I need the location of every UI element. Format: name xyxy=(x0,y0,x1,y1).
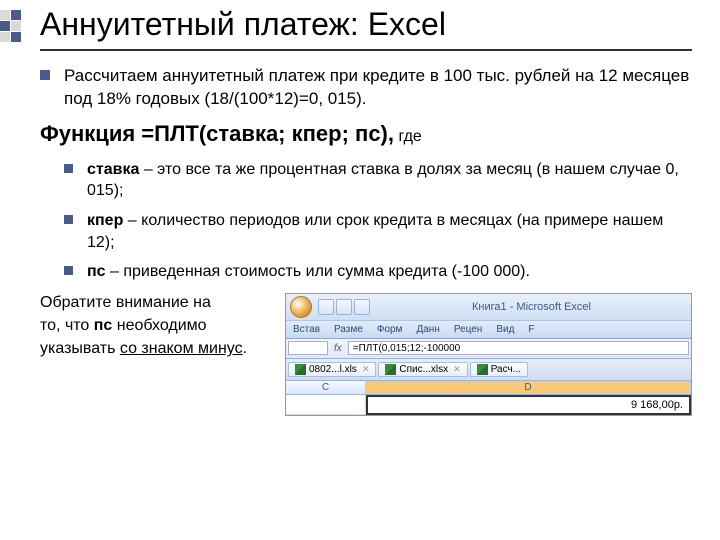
formula-bar: fx =ПЛТ(0,015;12;-100000 xyxy=(286,339,691,359)
ribbon-tab[interactable]: F xyxy=(521,321,541,338)
param-text: ставка – это все та же процентная ставка… xyxy=(87,159,692,202)
ribbon-tab[interactable]: Данн xyxy=(409,321,446,338)
workbook-tab[interactable]: Расч... xyxy=(470,362,528,377)
workbook-tab[interactable]: Спис...xlsx✕ xyxy=(378,362,467,377)
ribbon-tab[interactable]: Разме xyxy=(327,321,370,338)
function-main: Функция =ПЛТ(ставка; кпер; пс), xyxy=(40,121,394,146)
col-header-selected[interactable]: D xyxy=(366,381,691,394)
intro-text: Рассчитаем аннуитетный платеж при кредит… xyxy=(64,65,692,111)
fx-icon[interactable]: fx xyxy=(330,343,346,354)
active-cell[interactable]: 9 168,00р. xyxy=(366,395,691,415)
param-text: пс – приведенная стоимость или сумма кре… xyxy=(87,261,530,283)
slide-title: Аннуитетный платеж: Excel xyxy=(40,6,692,51)
function-tail: где xyxy=(394,128,422,145)
workbook-tabs: 0802...l.xls✕ Спис...xlsx✕ Расч... xyxy=(286,359,691,381)
excel-titlebar: Книга1 - Microsoft Excel xyxy=(286,294,691,320)
qat-undo-icon[interactable] xyxy=(336,299,352,315)
ribbon-tab[interactable]: Рецен xyxy=(447,321,490,338)
excel-file-icon xyxy=(295,364,306,375)
note-block: Обратите внимание на то, что пс необходи… xyxy=(40,291,275,361)
column-headers: C D xyxy=(286,381,691,395)
close-icon[interactable]: ✕ xyxy=(453,364,461,375)
office-button-icon[interactable] xyxy=(290,296,312,318)
window-title: Книга1 - Microsoft Excel xyxy=(376,301,687,313)
excel-screenshot: Книга1 - Microsoft Excel Встав Разме Фор… xyxy=(285,293,692,416)
slide-decoration xyxy=(0,10,22,54)
ribbon-tab[interactable]: Форм xyxy=(370,321,410,338)
name-box[interactable] xyxy=(288,341,328,355)
param-bullet: пс – приведенная стоимость или сумма кре… xyxy=(64,261,692,283)
ribbon-tab[interactable]: Вид xyxy=(489,321,521,338)
intro-bullet: Рассчитаем аннуитетный платеж при кредит… xyxy=(40,65,692,111)
sheet-row: 9 168,00р. xyxy=(286,395,691,415)
quick-access-toolbar xyxy=(318,299,370,315)
close-icon[interactable]: ✕ xyxy=(362,364,370,375)
excel-file-icon xyxy=(477,364,488,375)
workbook-tab[interactable]: 0802...l.xls✕ xyxy=(288,362,376,377)
excel-file-icon xyxy=(385,364,396,375)
param-bullet: кпер – количество периодов или срок кред… xyxy=(64,210,692,253)
bullet-icon xyxy=(64,215,73,224)
formula-input[interactable]: =ПЛТ(0,015;12;-100000 xyxy=(348,341,689,355)
bullet-icon xyxy=(64,164,73,173)
col-header[interactable]: C xyxy=(286,381,366,394)
cell[interactable] xyxy=(286,395,366,415)
bullet-icon xyxy=(40,70,50,80)
qat-save-icon[interactable] xyxy=(318,299,334,315)
bullet-icon xyxy=(64,266,73,275)
ribbon-tab[interactable]: Встав xyxy=(286,321,327,338)
ribbon-tabs: Встав Разме Форм Данн Рецен Вид F xyxy=(286,320,691,339)
qat-redo-icon[interactable] xyxy=(354,299,370,315)
function-heading: Функция =ПЛТ(ставка; кпер; пс), где xyxy=(40,121,692,147)
param-text: кпер – количество периодов или срок кред… xyxy=(87,210,692,253)
param-bullet: ставка – это все та же процентная ставка… xyxy=(64,159,692,202)
